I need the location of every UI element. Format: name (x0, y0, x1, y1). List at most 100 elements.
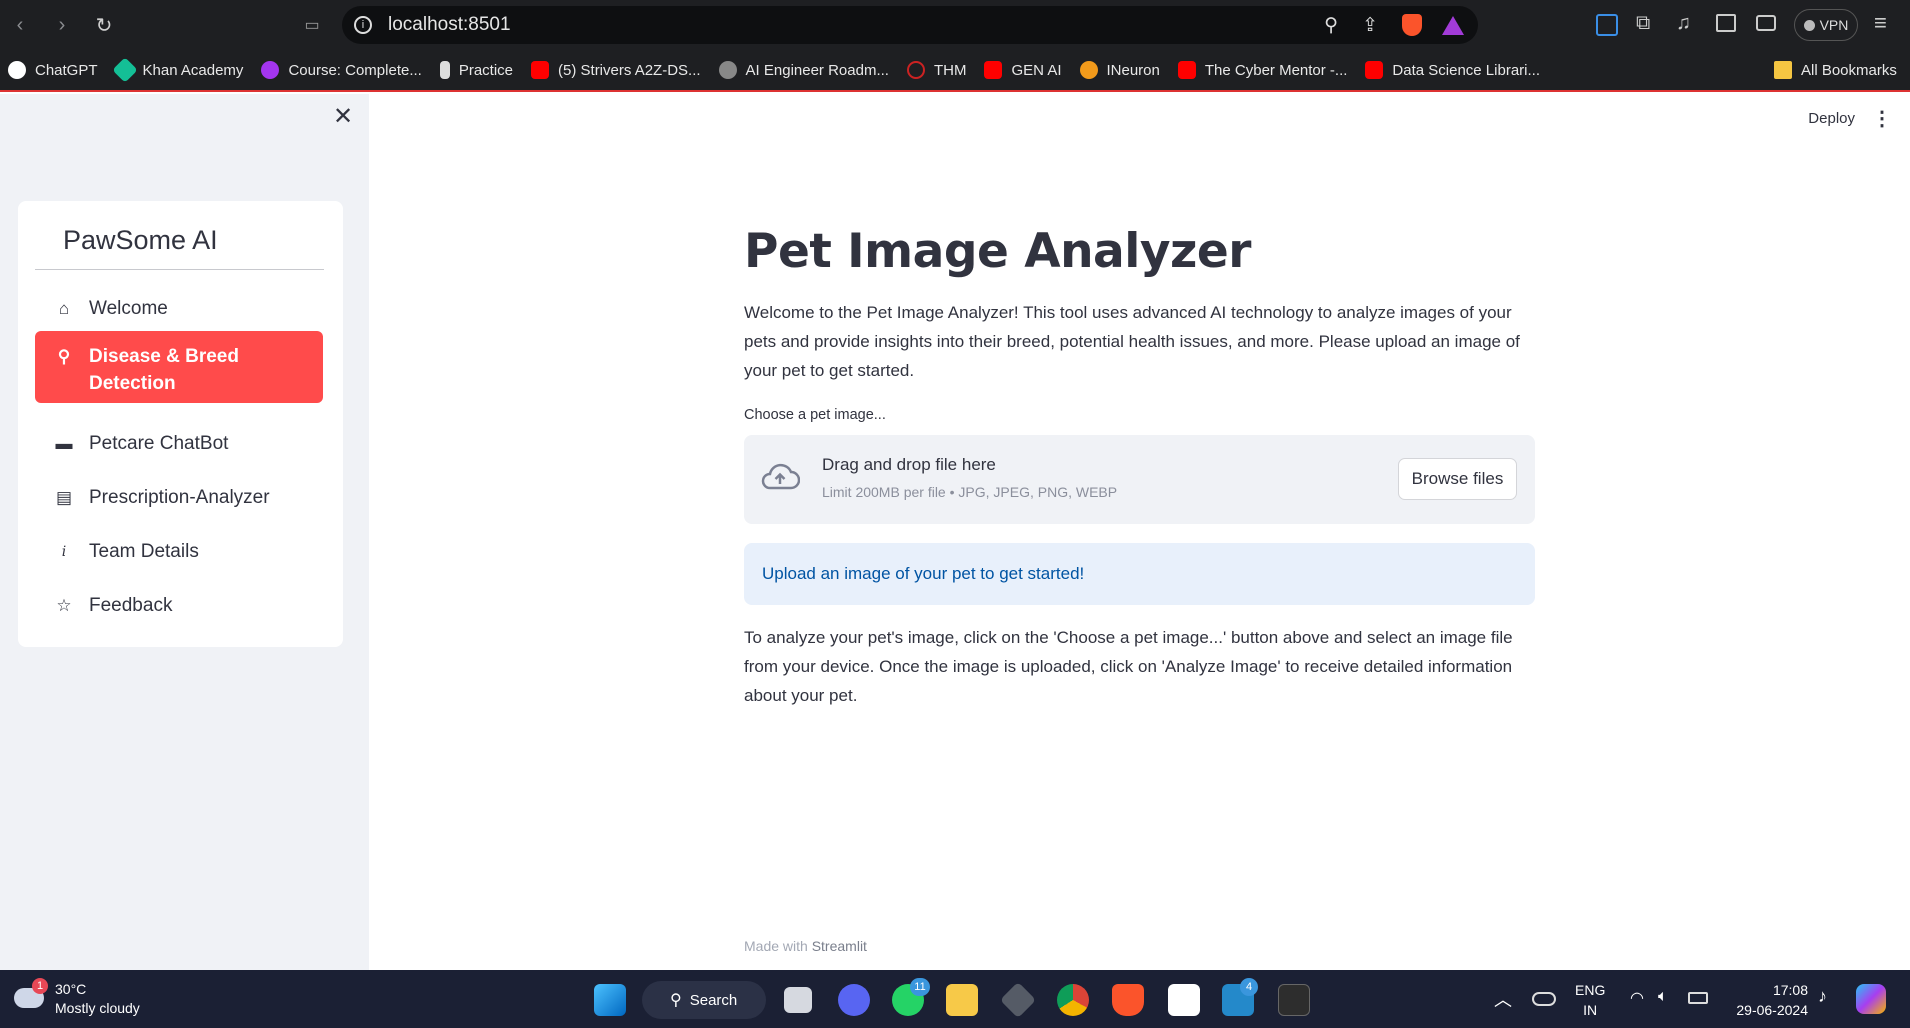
sidebar: ✕ PawSome AI ⌂ Welcome ⚲ Disease & Breed… (0, 94, 369, 970)
info-icon: i (61, 544, 67, 560)
address-bar[interactable]: i localhost:8501 ⚲ ⇪ (342, 6, 1478, 44)
nav-item-disease-breed-detection[interactable]: ⚲ Disease & Breed Detection (35, 331, 323, 403)
khan-academy-icon (111, 57, 138, 83)
copilot-icon[interactable] (1856, 984, 1886, 1014)
notification-bell-icon[interactable]: ♪ (1818, 986, 1827, 1007)
site-info-icon[interactable]: i (354, 16, 372, 34)
menu-icon[interactable]: ≡ (1874, 10, 1887, 36)
nav-item-feedback[interactable]: ☆ Feedback (35, 581, 323, 631)
bookmark-khan-academy[interactable]: Khan Academy (111, 57, 244, 83)
onedrive-icon[interactable] (1532, 992, 1556, 1006)
nav-item-welcome[interactable]: ⌂ Welcome (35, 284, 323, 334)
streamlit-link[interactable]: Streamlit (812, 938, 867, 954)
nav-item-prescription-analyzer[interactable]: ▤ Prescription-Analyzer (35, 473, 323, 523)
search-icon: ⚲ (57, 347, 71, 366)
vpn-label: VPN (1819, 17, 1849, 33)
sidebar-toggle-icon[interactable] (1716, 14, 1736, 32)
footer-prefix: Made with (744, 938, 812, 954)
youtube-icon (531, 61, 550, 79)
home-icon: ⌂ (58, 299, 70, 318)
chatgpt-icon (8, 61, 26, 79)
brave-icon[interactable] (1112, 984, 1144, 1016)
taskbar: 1 30°C Mostly cloudy ⚲ Search 11 4 ︿ ENG… (0, 970, 1910, 1028)
unity-icon[interactable] (999, 981, 1037, 1019)
extensions-icon[interactable]: ⧉ (1636, 12, 1650, 35)
thm-icon (906, 61, 925, 79)
file-explorer-icon[interactable] (946, 984, 978, 1016)
notion-icon[interactable] (1168, 984, 1200, 1016)
nav-item-label: Team Details (89, 541, 199, 562)
bookmark-ineuron[interactable]: INeuron (1079, 61, 1160, 79)
terminal-icon[interactable] (1278, 984, 1310, 1016)
bookmark-label: ChatGPT (35, 61, 98, 79)
bookmark-thm[interactable]: THM (906, 61, 967, 79)
reload-icon[interactable]: ↻ (92, 13, 116, 37)
chrome-icon[interactable] (1057, 984, 1089, 1016)
url-text[interactable]: localhost:8501 (388, 14, 511, 36)
youtube-icon (984, 61, 1003, 79)
windows-start-icon[interactable] (594, 984, 626, 1016)
vscode-icon[interactable]: 4 (1222, 978, 1258, 1016)
bookmark-gen-ai[interactable]: GEN AI (984, 61, 1062, 79)
browse-files-button[interactable]: Browse files (1398, 458, 1517, 500)
bookmark-practice[interactable]: Practice (439, 61, 513, 79)
udemy-icon (261, 61, 280, 79)
brave-shield-icon[interactable] (1402, 14, 1422, 36)
bookmark-chatgpt[interactable]: ChatGPT (8, 61, 98, 79)
discord-icon[interactable] (838, 984, 870, 1016)
footer: Made with Streamlit (744, 938, 867, 954)
bookmark-label: INeuron (1106, 61, 1160, 79)
bookmark-label: Khan Academy (142, 61, 244, 79)
bookmark-ai-roadmap[interactable]: AI Engineer Roadm... (718, 61, 889, 79)
youtube-icon (1365, 61, 1384, 79)
deploy-button[interactable]: Deploy (1808, 110, 1855, 127)
wallet-icon[interactable] (1756, 15, 1776, 31)
vpn-icon (1803, 19, 1815, 31)
bookmark-data-science[interactable]: Data Science Librari... (1365, 61, 1540, 79)
bookmark-course[interactable]: Course: Complete... (261, 61, 422, 79)
nav-item-team-details[interactable]: i Team Details (35, 527, 323, 577)
bookmark-strivers[interactable]: (5) Strivers A2Z-DS... (531, 61, 701, 79)
zoom-icon[interactable]: ⚲ (1324, 14, 1338, 37)
main-menu-icon[interactable]: ⋮ (1872, 106, 1892, 131)
forward-icon[interactable]: › (50, 13, 74, 37)
bookmark-label: Course: Complete... (288, 61, 422, 79)
nav-item-label: Feedback (89, 595, 173, 616)
file-dropzone[interactable]: Drag and drop file here Limit 200MB per … (744, 435, 1535, 524)
chevron-up-icon[interactable]: ︿ (1494, 986, 1512, 1012)
clock[interactable]: 17:08 29-06-2024 (1728, 980, 1808, 1020)
taskbar-search[interactable]: ⚲ Search (642, 981, 766, 1019)
wifi-icon[interactable]: ◠ (1630, 988, 1644, 1008)
search-icon: ⚲ (670, 992, 682, 1009)
nav-item-label: Prescription-Analyzer (89, 487, 270, 508)
bookmark-label: THM (933, 61, 967, 79)
app-title: PawSome AI (63, 225, 218, 255)
bookmark-cyber-mentor[interactable]: The Cyber Mentor -... (1177, 61, 1347, 79)
chat-icon: ▬ (55, 434, 73, 453)
close-sidebar-icon[interactable]: ✕ (333, 102, 353, 131)
info-alert: Upload an image of your pet to get start… (744, 543, 1535, 605)
screenshot-icon[interactable] (1596, 14, 1618, 36)
bookmark-icon[interactable]: ▭ (300, 13, 324, 37)
back-icon[interactable]: ‹ (8, 13, 32, 37)
whatsapp-icon[interactable]: 11 (892, 978, 930, 1016)
nav-item-petcare-chatbot[interactable]: ▬ Petcare ChatBot (35, 419, 323, 469)
all-bookmarks-label: All Bookmarks (1801, 61, 1897, 79)
music-icon[interactable]: ♫ (1676, 12, 1691, 35)
vpn-button[interactable]: VPN (1794, 9, 1858, 41)
weather-badge: 1 (32, 978, 48, 994)
lang-text: ENG (1575, 982, 1606, 998)
nav-menu: PawSome AI ⌂ Welcome ⚲ Disease & Breed D… (18, 201, 343, 647)
share-icon[interactable]: ⇪ (1362, 14, 1378, 37)
brave-rewards-icon[interactable] (1442, 15, 1464, 35)
language-indicator[interactable]: ENG IN (1575, 980, 1605, 1020)
battery-icon[interactable] (1688, 992, 1708, 1004)
weather-widget[interactable]: 1 30°C Mostly cloudy (14, 978, 174, 1022)
task-view-icon[interactable] (784, 987, 812, 1013)
bookmark-label: (5) Strivers A2Z-DS... (558, 61, 701, 79)
volume-icon[interactable]: 🔈︎ (1658, 988, 1668, 1006)
whatsapp-badge: 11 (910, 978, 930, 996)
all-bookmarks[interactable]: All Bookmarks (1774, 61, 1897, 79)
cloud-upload-icon (760, 462, 801, 490)
globe-icon (718, 61, 737, 79)
